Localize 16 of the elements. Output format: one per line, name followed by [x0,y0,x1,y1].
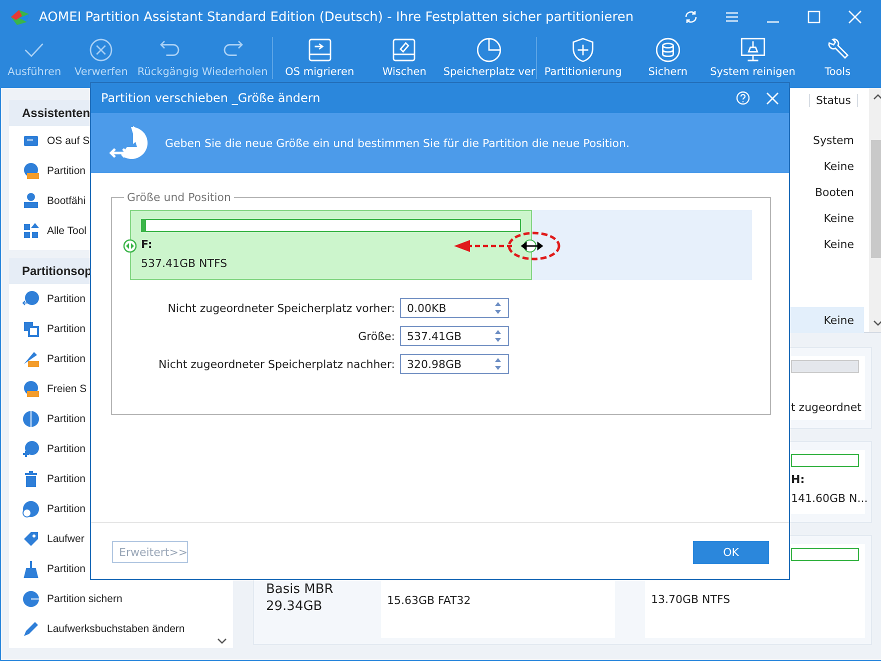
drive-letter: H: [791,473,806,486]
disk-info: 29.34GB [266,599,324,614]
partition-info: 141.60GB N... [791,492,865,505]
window-title: AOMEI Partition Assistant Standard Edition (Deutsch) - Ihre Festplatten sicher partitionieren [39,10,635,24]
column-header: Status [808,94,858,106]
partition-info: 15.63GB FAT32 [387,594,472,607]
partition-info: 537.41GB NTFS [141,257,228,270]
group-title: Größe und Position [126,191,232,204]
disk-info: Basis MBR [266,582,334,597]
partition-info: t zugeordnet [791,401,862,414]
field-label: Größe: [357,330,395,342]
field-label: Nicht zugeordneter Speicherplatz vorher: [166,302,395,314]
dialog-instruction: Geben Sie die neue Größe ein und bestimmen Sie für die Partition die neue Position. [165,136,630,150]
field-label: Nicht zugeordneter Speicherplatz nachher: [158,358,395,370]
drive-letter: F: [141,238,154,251]
partition-info: 13.70GB NTFS [651,593,730,606]
